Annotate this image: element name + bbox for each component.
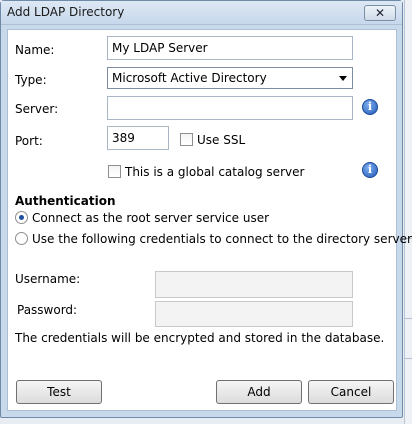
background-divider: [404, 358, 412, 359]
port-field[interactable]: 389: [107, 126, 169, 150]
use-ssl-label: Use SSL: [197, 133, 246, 147]
global-catalog-checkbox[interactable]: [108, 165, 121, 178]
background-divider: [404, 318, 412, 319]
port-label: Port:: [15, 134, 43, 148]
credentials-radio[interactable]: [15, 232, 28, 245]
title-bar: Add LDAP Directory ✕: [1, 1, 402, 25]
credentials-label: Use the following credentials to connect…: [32, 232, 412, 246]
add-button[interactable]: Add: [216, 380, 302, 404]
close-button[interactable]: ✕: [364, 5, 396, 21]
username-field[interactable]: [155, 271, 353, 298]
password-label: Password:: [17, 303, 78, 317]
server-label: Server:: [15, 102, 59, 116]
global-catalog-label: This is a global catalog server: [125, 165, 305, 179]
dialog-body: Name: My LDAP Server Type: Microsoft Act…: [7, 29, 412, 411]
root-user-label: Connect as the root server service user: [32, 211, 270, 225]
test-button[interactable]: Test: [16, 380, 102, 404]
radio-selected-dot: [19, 215, 24, 220]
dialog-title: Add LDAP Directory: [7, 5, 125, 19]
chevron-down-icon: [339, 76, 347, 81]
username-label: Username:: [15, 272, 81, 286]
close-icon: ✕: [374, 6, 386, 20]
type-label: Type:: [15, 73, 47, 87]
cancel-button[interactable]: Cancel: [308, 380, 394, 404]
use-ssl-checkbox[interactable]: [180, 133, 193, 146]
info-icon[interactable]: i: [362, 99, 378, 115]
info-icon[interactable]: i: [362, 162, 378, 178]
root-user-radio[interactable]: [15, 211, 28, 224]
credentials-note: The credentials will be encrypted and st…: [15, 331, 385, 345]
port-value: 389: [112, 131, 135, 145]
add-ldap-dialog: Add LDAP Directory ✕ Name: My LDAP Serve…: [0, 0, 412, 418]
password-field[interactable]: [155, 301, 353, 327]
type-value: Microsoft Active Directory: [112, 71, 267, 85]
name-label: Name:: [15, 43, 55, 57]
name-value: My LDAP Server: [112, 41, 208, 55]
name-field[interactable]: My LDAP Server: [107, 36, 353, 60]
type-select[interactable]: Microsoft Active Directory: [107, 67, 353, 89]
background-window-edge: [404, 0, 412, 424]
server-field[interactable]: [107, 96, 353, 120]
authentication-heading: Authentication: [15, 194, 116, 208]
